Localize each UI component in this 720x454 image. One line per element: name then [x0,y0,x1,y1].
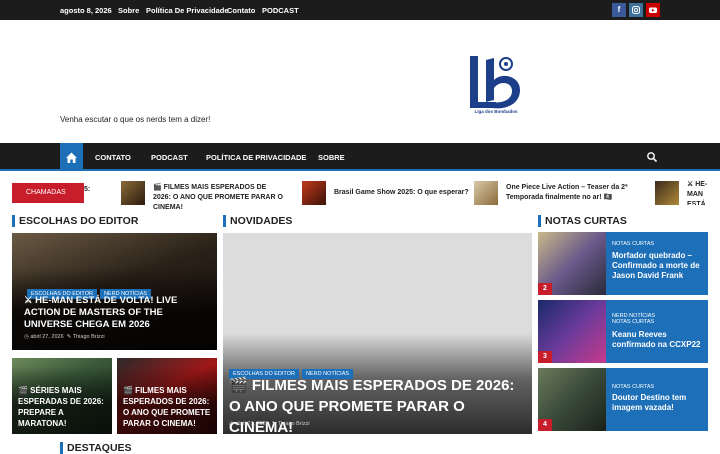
youtube-icon[interactable] [646,3,660,17]
home-icon [66,152,77,163]
short-note-card[interactable]: 4 NOTAS CURTAS Doutor Destino tem imagem… [538,368,708,431]
editor-main-card[interactable]: ESCOLHAS DO EDITOR NERD NOTÍCIAS ⚔ HE-MAN… [12,233,217,350]
editor-small-card[interactable]: 🎬 FILMES MAIS ESPERADOS DE 2026: O ANO Q… [117,358,217,434]
category-label[interactable]: NOTAS CURTAS [612,319,654,325]
nav-item-contato[interactable]: CONTATO [95,153,131,162]
rank-badge: 2 [538,283,552,295]
ticker-thumbnail [121,181,145,205]
nav-item-sobre[interactable]: SOBRE [318,153,345,162]
nav-item-privacidade[interactable]: POLÍTICA DE PRIVACIDADE [206,153,306,162]
note-title[interactable]: Doutor Destino tem imagem vazada! [612,393,704,413]
ticker-thumbnail [655,181,679,205]
note-title[interactable]: Keanu Reeves confirmado na CCXP22 [612,330,704,350]
editor-small-card[interactable]: 🎬 SÉRIES MAIS ESPERADAS DE 2026: PREPARE… [12,358,112,434]
site-logo[interactable]: Liga dos Bombados [462,50,530,120]
main-nav: CONTATO PODCAST POLÍTICA DE PRIVACIDADE … [0,143,720,171]
top-link-sobre[interactable]: Sobre [118,6,139,15]
short-note-card[interactable]: 2 NOTAS CURTAS Morfador quebrado – Confi… [538,232,708,295]
section-title-news: NOVIDADES [223,215,292,227]
ticker-thumbnail [474,181,498,205]
top-link-podcast[interactable]: PODCAST [262,6,299,15]
site-header [0,20,720,143]
category-label[interactable]: NOTAS CURTAS [612,241,654,247]
home-button[interactable] [60,143,83,171]
category-label[interactable]: NOTAS CURTAS [612,384,654,390]
section-title-featured: DESTAQUES [60,442,132,454]
card-title[interactable]: ⚔ HE-MAN ESTÁ DE VOLTA! LIVE ACTION DE M… [24,295,214,331]
card-meta: ◷ abril 27, 2026 ✎ Thiago Brizzi [24,334,105,340]
instagram-icon[interactable] [629,3,643,17]
search-icon[interactable] [646,151,658,163]
section-title-editor: ESCOLHAS DO EDITOR [12,215,138,227]
news-ticker: CHAMADAS 5: 🎬 FILMES MAIS ESPERADOS DE 2… [0,176,720,211]
rank-badge: 3 [538,351,552,363]
top-link-privacidade[interactable]: Política De Privacidade [146,6,229,15]
top-link-contato[interactable]: Contato [227,6,255,15]
card-title[interactable]: 🎬 SÉRIES MAIS ESPERADAS DE 2026: PREPARE… [18,385,108,429]
site-tagline: Venha escutar o que os nerds tem a dizer… [60,115,211,124]
news-main-card[interactable]: ESCOLHAS DO EDITOR NERD NOTÍCIAS 🎬 FILMES… [223,233,532,434]
short-note-card[interactable]: 3 NERD NOTÍCIAS NOTAS CURTAS Keanu Reeve… [538,300,708,363]
ticker-label: CHAMADAS [12,183,84,203]
note-title[interactable]: Morfador quebrado – Confirmado a morte d… [612,251,704,281]
rank-badge: 4 [538,419,552,431]
top-bar: agosto 8, 2026 Sobre Política De Privaci… [0,0,720,20]
ticker-item[interactable]: ⚔ HE-MAN ESTÁ DE VOLTA! LIVE ACTION DE M… [655,181,720,205]
logo-text: Liga dos Bombados [474,109,518,114]
current-date: agosto 8, 2026 [60,6,112,15]
facebook-icon[interactable]: f [612,3,626,17]
ticker-thumbnail [302,181,326,205]
nav-item-podcast[interactable]: PODCAST [151,153,188,162]
card-meta: ◷ abril 27, 2026 ✎ Thiago Brizzi [229,421,310,427]
card-title[interactable]: 🎬 FILMES MAIS ESPERADOS DE 2026: O ANO Q… [123,385,215,429]
section-title-short: NOTAS CURTAS [538,215,627,227]
ticker-fragment: 5: [84,186,91,193]
